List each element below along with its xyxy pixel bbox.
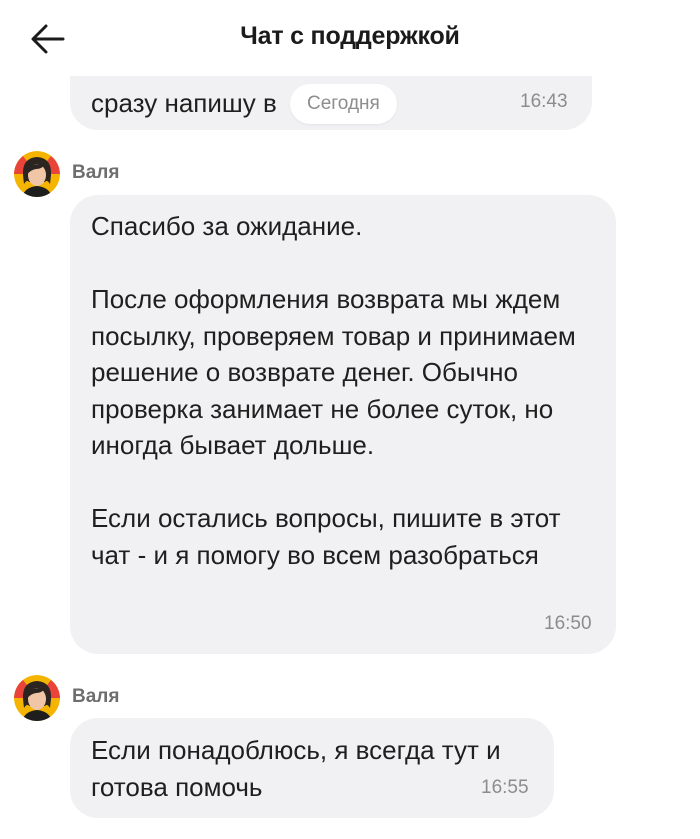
- sender-name: Валя: [72, 686, 120, 707]
- sender-name: Валя: [72, 162, 120, 183]
- avatar: [14, 675, 60, 721]
- avatar: [14, 151, 60, 197]
- avatar-image: [14, 151, 60, 197]
- page-title: Чат с поддержкой: [240, 22, 460, 50]
- date-chip: Сегодня: [290, 84, 397, 124]
- message-time: 16:50: [544, 613, 592, 634]
- message-time: 16:43: [520, 91, 568, 112]
- chat-header: Чат с поддержкой: [0, 0, 700, 76]
- message-text: Если понадоблюсь, я всегда тут и готова …: [91, 735, 501, 802]
- message-time: 16:55: [481, 777, 529, 798]
- message-bubble-3: Если понадоблюсь, я всегда тут и готова …: [70, 718, 554, 818]
- avatar-image: [14, 675, 60, 721]
- message-text: сразу напишу в: [91, 88, 277, 118]
- message-text: Спасибо за ожидание. После оформления во…: [91, 211, 576, 570]
- message-bubble-2: Спасибо за ожидание. После оформления во…: [70, 195, 616, 654]
